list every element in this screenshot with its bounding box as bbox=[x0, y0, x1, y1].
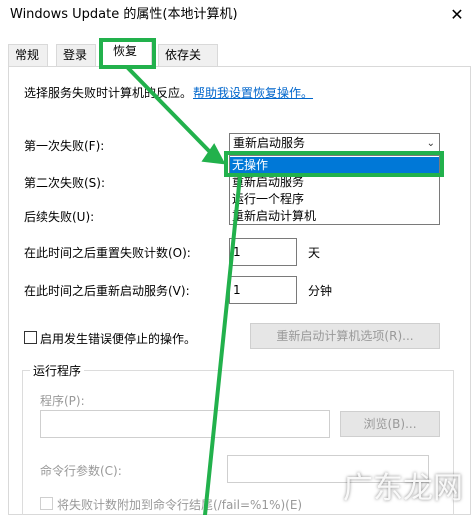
first-failure-select[interactable]: 重新启动服务 ⌄ bbox=[229, 133, 440, 154]
second-failure-label: 第二次失败(S): bbox=[24, 176, 106, 190]
intro-text: 选择服务失败时计算机的反应。 bbox=[24, 86, 193, 100]
append-fail-count-label: 将失败计数附加到命令行结尾(/fail=%1%)(E) bbox=[57, 498, 303, 512]
browse-button[interactable]: 浏览(B)... bbox=[340, 411, 440, 437]
tab-dependencies[interactable]: 依存关系 bbox=[158, 44, 218, 82]
program-label: 程序(P): bbox=[40, 394, 85, 408]
tab-logon[interactable]: 登录 bbox=[56, 44, 96, 66]
failure-action-dropdown[interactable]: 无操作 重新启动服务 运行一个程序 重新启动计算机 bbox=[229, 155, 440, 225]
restart-after-label: 在此时间之后重新启动服务(V): bbox=[24, 284, 190, 298]
reset-count-unit: 天 bbox=[308, 246, 321, 260]
dropdown-option-no-action[interactable]: 无操作 bbox=[230, 157, 439, 173]
chevron-down-icon: ⌄ bbox=[426, 138, 435, 149]
dropdown-option-run-program[interactable]: 运行一个程序 bbox=[230, 191, 439, 207]
title-bar: Windows Update 的属性(本地计算机) ✕ bbox=[0, 0, 471, 30]
restart-computer-options-button[interactable]: 重新启动计算机选项(R)... bbox=[250, 323, 440, 349]
command-params-label: 命令行参数(C): bbox=[40, 464, 122, 478]
restart-after-input[interactable]: 1 bbox=[229, 276, 297, 304]
first-failure-label: 第一次失败(F): bbox=[24, 139, 105, 153]
first-failure-value: 重新启动服务 bbox=[233, 136, 306, 150]
append-fail-count-checkbox[interactable] bbox=[40, 497, 53, 510]
tab-recovery[interactable]: 恢复 bbox=[102, 40, 152, 67]
dropdown-option-restart-computer[interactable]: 重新启动计算机 bbox=[230, 208, 439, 224]
dropdown-option-restart-service[interactable]: 重新启动服务 bbox=[230, 174, 439, 190]
enable-actions-label: 启用发生错误便停止的操作。 bbox=[40, 332, 197, 346]
tab-strip: 常规 登录 恢复 依存关系 bbox=[0, 40, 471, 82]
window-title: Windows Update 的属性(本地计算机) bbox=[10, 7, 238, 22]
restart-after-unit: 分钟 bbox=[308, 284, 333, 298]
reset-count-label: 在此时间之后重置失败计数(O): bbox=[24, 246, 191, 260]
reset-count-input[interactable]: 1 bbox=[229, 238, 297, 266]
enable-actions-checkbox[interactable] bbox=[24, 331, 37, 344]
subsequent-failure-label: 后续失败(U): bbox=[24, 210, 95, 224]
run-program-group-title: 运行程序 bbox=[30, 362, 85, 379]
close-icon[interactable]: ✕ bbox=[443, 0, 471, 30]
program-input[interactable] bbox=[40, 410, 330, 438]
tab-general[interactable]: 常规 bbox=[8, 44, 48, 66]
watermark: 广东龙网 bbox=[343, 471, 463, 506]
help-link[interactable]: 帮助我设置恢复操作。 bbox=[193, 84, 313, 101]
